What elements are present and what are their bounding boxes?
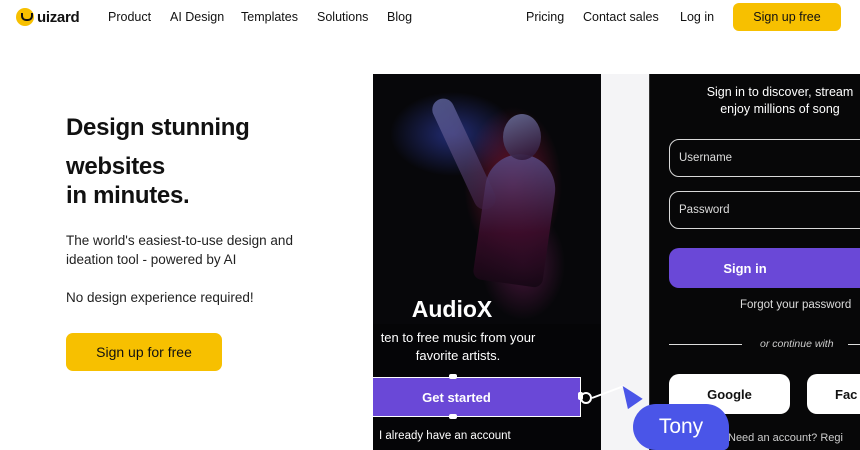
signup-nav-button[interactable]: Sign up free <box>733 3 841 31</box>
nav-product[interactable]: Product <box>108 10 151 24</box>
uizard-logo[interactable]: uizard <box>16 8 80 26</box>
nav-ai-design[interactable]: AI Design <box>170 10 224 24</box>
nav-contact-sales[interactable]: Contact sales <box>583 10 659 24</box>
hero-title-line2: websites <box>66 153 165 180</box>
signin-button[interactable]: Sign in <box>669 248 860 288</box>
password-field[interactable]: Password <box>669 191 860 229</box>
get-started-button[interactable]: Get started <box>373 377 581 417</box>
signin-heading: Sign in to discover, stream enjoy millio… <box>650 84 860 118</box>
need-account-text[interactable]: Need an account? Regi <box>728 432 843 444</box>
hero-title-line1: Design stunning <box>66 114 250 141</box>
forgot-password-link[interactable]: Forgot your password <box>740 299 851 311</box>
app-subtitle-line1: ten to free music from your <box>380 330 536 345</box>
selection-handle[interactable] <box>449 374 457 379</box>
or-continue-with: or continue with <box>760 338 834 350</box>
app-subtitle-line2: favorite artists. <box>415 348 501 363</box>
signup-hero-button[interactable]: Sign up for free <box>66 333 222 371</box>
divider-left <box>669 344 742 345</box>
have-account-link[interactable]: I already have an account <box>379 430 511 442</box>
hero-desc-line1: The world's easiest-to-use design and <box>66 233 293 248</box>
app-name: AudioX <box>411 296 493 322</box>
app-subtitle: ten to free music from your favorite art… <box>373 329 543 365</box>
signin-heading-line2: enjoy millions of song <box>720 102 840 116</box>
selection-handle[interactable] <box>449 414 457 419</box>
artist-image <box>373 74 601 324</box>
artist-head <box>503 114 541 160</box>
signin-heading-line1: Sign in to discover, stream <box>706 85 854 99</box>
top-nav: uizard Product AI Design Templates Solut… <box>0 0 860 36</box>
nav-templates[interactable]: Templates <box>241 10 298 24</box>
facebook-button[interactable]: Fac <box>807 374 860 414</box>
nav-login[interactable]: Log in <box>680 10 714 24</box>
nav-pricing[interactable]: Pricing <box>526 10 564 24</box>
divider-right <box>848 344 860 345</box>
artist-body <box>472 149 560 289</box>
music-app-mockup: AudioX ten to free music from your favor… <box>373 74 601 450</box>
uizard-logo-icon <box>16 8 34 26</box>
hero-note: No design experience required! <box>66 290 254 305</box>
username-field[interactable]: Username <box>669 139 860 177</box>
signin-mockup: Sign in to discover, stream enjoy millio… <box>649 74 860 450</box>
hero-desc-line2: ideation tool - powered by AI <box>66 252 237 267</box>
collaborator-cursor-label: Tony <box>633 404 729 450</box>
hero-title-line3: in minutes. <box>66 182 190 209</box>
logo-text: uizard <box>37 8 80 26</box>
nav-blog[interactable]: Blog <box>387 10 412 24</box>
nav-solutions[interactable]: Solutions <box>317 10 368 24</box>
